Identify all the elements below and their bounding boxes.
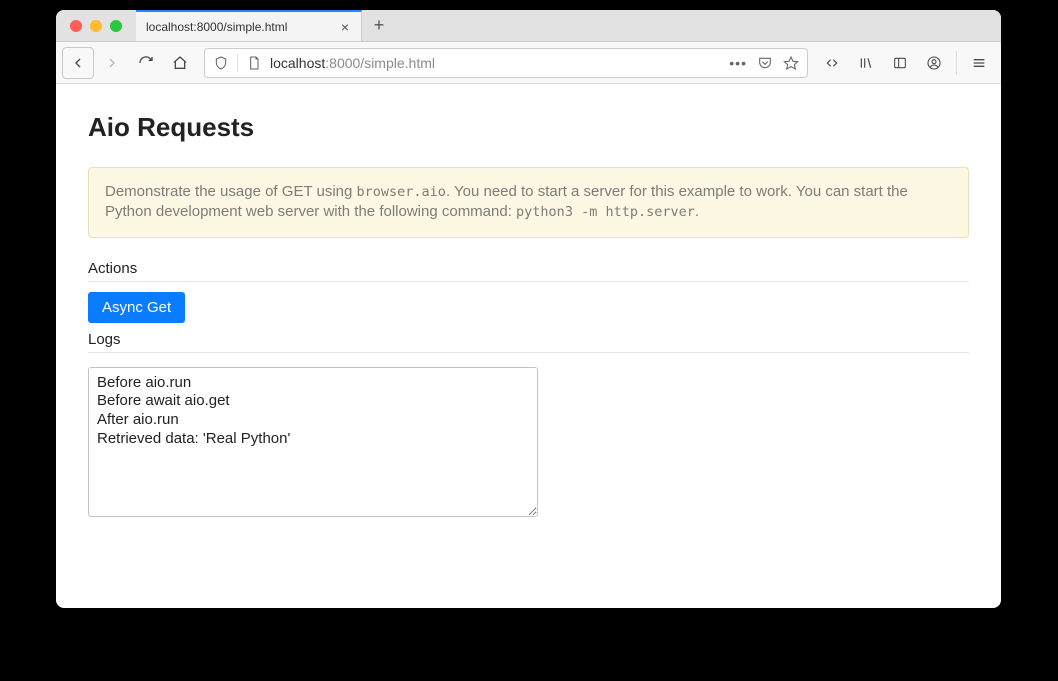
account-button[interactable] (918, 47, 950, 79)
close-tab-icon[interactable]: × (339, 19, 351, 35)
hamburger-menu-button[interactable] (963, 47, 995, 79)
banner-text-1: Demonstrate the usage of GET using (105, 183, 357, 200)
async-get-button[interactable]: Async Get (88, 292, 185, 323)
divider (237, 54, 238, 72)
new-tab-button[interactable]: + (362, 10, 396, 41)
home-button[interactable] (164, 47, 196, 79)
shield-icon[interactable] (213, 55, 229, 71)
banner-code-2: python3 -m http.server (516, 204, 695, 220)
page-icon (246, 55, 262, 71)
url-host: localhost (270, 55, 325, 71)
pocket-icon[interactable] (757, 55, 773, 71)
tab-title: localhost:8000/simple.html (146, 20, 339, 34)
url-actions: ••• (729, 55, 799, 71)
url-path: :8000/simple.html (325, 55, 435, 71)
page-content: Aio Requests Demonstrate the usage of GE… (56, 84, 1001, 550)
actions-heading: Actions (88, 260, 969, 282)
divider (956, 51, 957, 75)
sidebar-button[interactable] (884, 47, 916, 79)
maximize-window-icon[interactable] (110, 20, 122, 32)
browser-window: localhost:8000/simple.html × + lo (56, 10, 1001, 608)
address-bar[interactable]: localhost:8000/simple.html ••• (204, 48, 808, 78)
reload-button[interactable] (130, 47, 162, 79)
nav-back-button[interactable] (62, 47, 94, 79)
meatballs-icon[interactable]: ••• (729, 55, 747, 71)
logs-heading: Logs (88, 331, 969, 353)
window-controls (56, 10, 136, 41)
devtools-button[interactable] (816, 47, 848, 79)
browser-toolbar: localhost:8000/simple.html ••• (56, 42, 1001, 84)
bookmark-star-icon[interactable] (783, 55, 799, 71)
browser-tab[interactable]: localhost:8000/simple.html × (136, 10, 362, 41)
banner-code-1: browser.aio (357, 184, 446, 200)
info-banner: Demonstrate the usage of GET using brows… (88, 167, 969, 238)
minimize-window-icon[interactable] (90, 20, 102, 32)
nav-forward-button (96, 47, 128, 79)
library-button[interactable] (850, 47, 882, 79)
logs-textarea[interactable] (88, 367, 538, 517)
page-title: Aio Requests (88, 112, 969, 143)
url-text: localhost:8000/simple.html (270, 55, 435, 71)
close-window-icon[interactable] (70, 20, 82, 32)
tab-bar: localhost:8000/simple.html × + (56, 10, 1001, 42)
banner-text-3: . (695, 203, 699, 220)
